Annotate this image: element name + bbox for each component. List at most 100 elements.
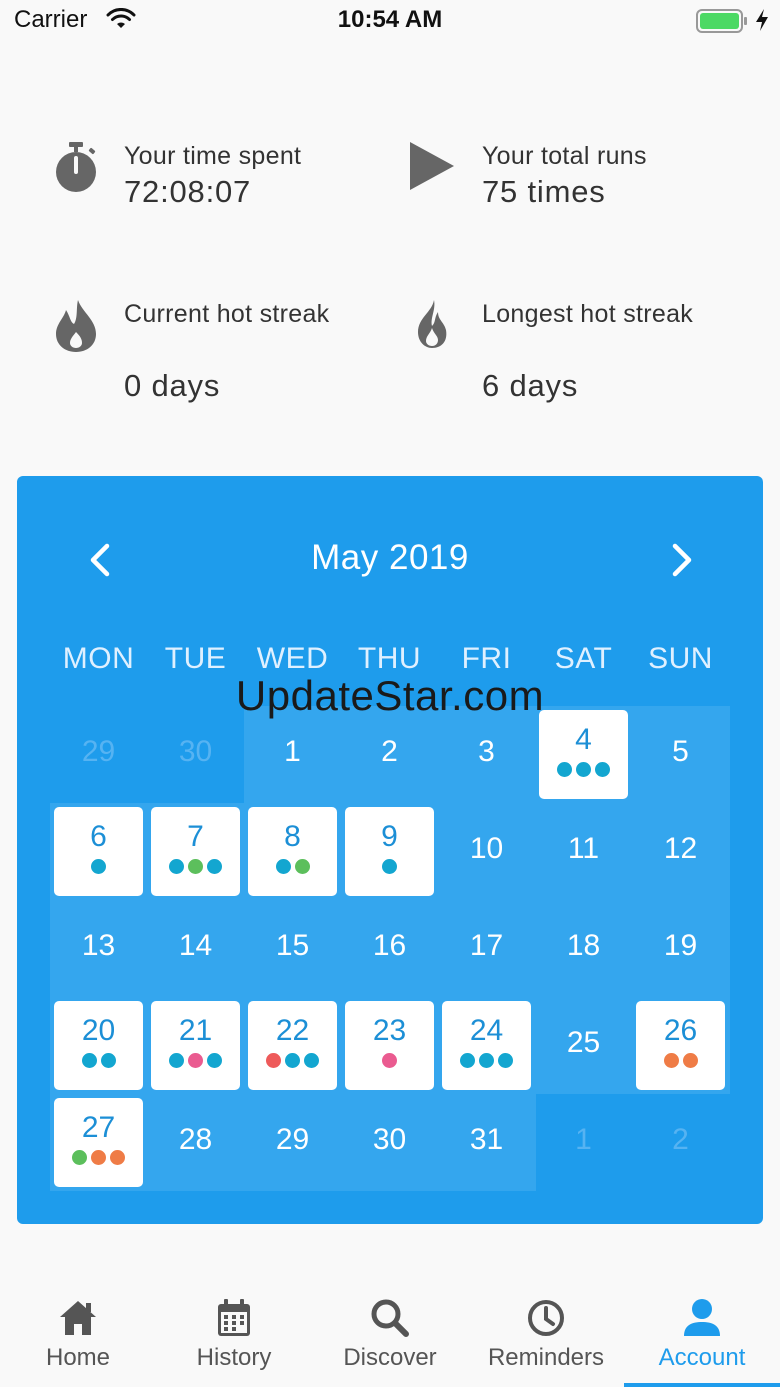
calendar-day[interactable]: 3 xyxy=(438,706,535,803)
activity-dot xyxy=(498,1053,513,1068)
tab-reminders[interactable]: Reminders xyxy=(468,1282,624,1387)
calendar-day[interactable]: 1 xyxy=(535,1094,632,1191)
calendar-day[interactable]: 18 xyxy=(535,900,632,997)
calendar-day[interactable]: 26 xyxy=(632,997,729,1094)
chevron-right-icon[interactable] xyxy=(667,542,697,578)
stat-label: Your total runs xyxy=(482,142,647,170)
day-number: 12 xyxy=(663,832,698,865)
activity-dot xyxy=(275,859,291,874)
calendar-day[interactable]: 31 xyxy=(438,1094,535,1191)
calendar-day[interactable]: 16 xyxy=(341,900,438,997)
day-number: 8 xyxy=(284,820,301,853)
watermark: UpdateStar.com xyxy=(235,672,545,719)
activity-dot xyxy=(81,1053,97,1068)
calendar-day[interactable]: 13 xyxy=(50,900,147,997)
calendar-day[interactable]: 23 xyxy=(341,997,438,1094)
activity-dot xyxy=(207,859,222,874)
calendar-day[interactable]: 11 xyxy=(535,803,632,900)
tab-account[interactable]: Account xyxy=(624,1282,780,1387)
stat-value: 75 times xyxy=(482,174,606,209)
tab-history[interactable]: History xyxy=(156,1282,312,1387)
drop-flame-icon xyxy=(56,300,96,352)
tab-discover[interactable]: Discover xyxy=(312,1282,468,1387)
weekday-label: SUN xyxy=(648,642,713,675)
calendar-day[interactable]: 7 xyxy=(147,803,244,900)
tab-label: Discover xyxy=(343,1344,437,1371)
weekday-label: THU xyxy=(357,642,422,675)
calendar-day[interactable]: 9 xyxy=(341,803,438,900)
weekday-label: FRI xyxy=(461,642,512,675)
calendar-day[interactable]: 6 xyxy=(50,803,147,900)
calendar-day[interactable]: 4 xyxy=(535,706,632,803)
stat-value: 72:08:07 xyxy=(124,174,252,209)
activity-dots xyxy=(632,1053,729,1068)
day-number: 10 xyxy=(469,832,504,865)
calendar-day[interactable]: 15 xyxy=(244,900,341,997)
activity-dot xyxy=(91,859,106,874)
day-number: 30 xyxy=(372,1123,407,1156)
calendar-day[interactable]: 24 xyxy=(438,997,535,1094)
calendar-day[interactable]: 29 xyxy=(244,1094,341,1191)
day-number: 28 xyxy=(178,1123,213,1156)
stat-label: Your time spent xyxy=(124,142,302,170)
activity-dot xyxy=(169,859,184,874)
calendar-day[interactable]: 1 xyxy=(244,706,341,803)
calendar-day[interactable]: 2 xyxy=(341,706,438,803)
calendar-day[interactable]: 25 xyxy=(535,997,632,1094)
calendar-day[interactable]: 14 xyxy=(147,900,244,997)
weekday-label: MON xyxy=(62,642,135,675)
stat-total-runs: Your total runs 75 times xyxy=(408,140,728,220)
day-number: 5 xyxy=(672,735,689,768)
battery-icon xyxy=(696,9,747,33)
charging-icon xyxy=(756,9,768,31)
calendar-day[interactable]: 8 xyxy=(244,803,341,900)
tab-home[interactable]: Home xyxy=(0,1282,156,1387)
clock-icon xyxy=(528,1300,564,1336)
day-number: 1 xyxy=(284,735,301,768)
weekday-label: TUE xyxy=(164,642,227,675)
day-number: 9 xyxy=(381,820,398,853)
calendar-day[interactable]: 2 xyxy=(632,1094,729,1191)
calendar-day[interactable]: 19 xyxy=(632,900,729,997)
calendar-day[interactable]: 30 xyxy=(147,706,244,803)
calendar-day[interactable]: 10 xyxy=(438,803,535,900)
calendar-day[interactable]: 30 xyxy=(341,1094,438,1191)
calendar-day[interactable]: 5 xyxy=(632,706,729,803)
day-number: 3 xyxy=(478,735,495,768)
calendar-day[interactable]: 17 xyxy=(438,900,535,997)
calendar-month-title: May 2019 xyxy=(311,538,469,577)
calendar-day[interactable]: 20 xyxy=(50,997,147,1094)
activity-dots xyxy=(147,1053,244,1068)
day-number: 16 xyxy=(372,929,407,962)
day-number: 23 xyxy=(372,1014,407,1047)
activity-dot xyxy=(382,859,397,874)
day-number: 25 xyxy=(566,1026,601,1059)
activity-dots xyxy=(244,1053,341,1068)
day-number: 15 xyxy=(275,929,310,962)
day-number: 1 xyxy=(575,1123,592,1156)
day-number: 31 xyxy=(469,1123,504,1156)
day-number: 26 xyxy=(663,1014,698,1047)
calendar-day[interactable]: 12 xyxy=(632,803,729,900)
calendar-day[interactable]: 28 xyxy=(147,1094,244,1191)
day-number: 6 xyxy=(90,820,107,853)
day-number: 4 xyxy=(575,723,592,756)
flame-icon xyxy=(418,300,447,348)
day-number: 21 xyxy=(178,1014,213,1047)
activity-dot xyxy=(663,1053,679,1068)
activity-dot xyxy=(169,1053,184,1068)
calendar-day[interactable]: 22 xyxy=(244,997,341,1094)
activity-dot xyxy=(382,1053,397,1068)
activity-dot xyxy=(100,1053,116,1068)
stat-value: 0 days xyxy=(124,368,221,403)
calendar-day[interactable]: 21 xyxy=(147,997,244,1094)
activity-dot xyxy=(188,859,203,874)
calendar: May 2019 MON TUE WED THU FRI SAT SUN 29 30 1 2 3 4 5… xyxy=(17,476,763,1224)
calendar-day[interactable]: 27 xyxy=(50,1094,147,1191)
activity-dots xyxy=(244,859,341,874)
weekday-label: WED xyxy=(256,642,329,675)
day-number: 20 xyxy=(81,1014,116,1047)
calendar-day[interactable]: 29 xyxy=(50,706,147,803)
tab-label: Home xyxy=(45,1344,111,1371)
activity-dots xyxy=(341,859,438,874)
